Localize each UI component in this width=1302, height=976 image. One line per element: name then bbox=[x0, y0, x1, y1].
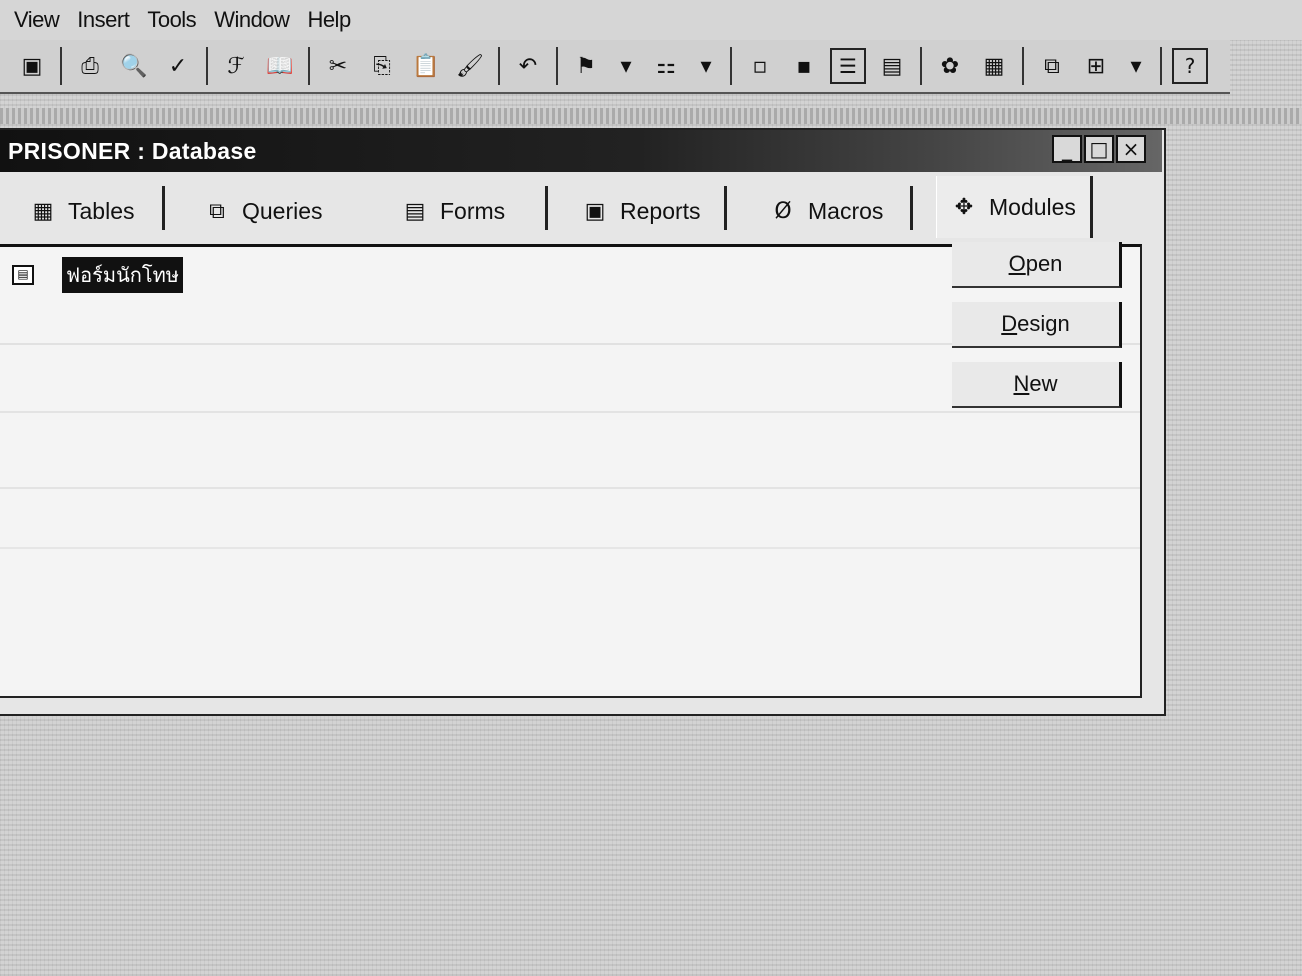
chevron-down-icon[interactable]: ▾ bbox=[692, 48, 720, 84]
toolbar-separator bbox=[556, 47, 558, 85]
cut-icon[interactable]: ✂ bbox=[320, 48, 356, 84]
undo-icon[interactable]: ↶ bbox=[510, 48, 546, 84]
title-bar[interactable]: PRISONER : Database _ □ × bbox=[0, 130, 1162, 172]
window-controls: _ □ × bbox=[1052, 135, 1146, 163]
office-links-icon[interactable]: ⚑ bbox=[568, 48, 604, 84]
tab-divider bbox=[162, 186, 165, 230]
tab-tables[interactable]: ▦ Tables bbox=[30, 182, 135, 240]
print-preview-icon[interactable]: 🔍 bbox=[116, 48, 152, 84]
new-button-accelerator: N bbox=[1013, 371, 1030, 396]
analyze-icon[interactable]: ⚏ bbox=[648, 48, 684, 84]
toolbar-separator bbox=[1022, 47, 1024, 85]
toolbar-separator bbox=[60, 47, 62, 85]
book-icon[interactable]: 📖 bbox=[262, 48, 298, 84]
form-icon: ▤ bbox=[12, 265, 34, 285]
module-icon: ✥ bbox=[954, 194, 974, 220]
maximize-icon[interactable]: □ bbox=[1084, 135, 1114, 163]
toolbar-separator bbox=[920, 47, 922, 85]
report-icon: ▣ bbox=[584, 198, 606, 224]
help-icon[interactable]: ? bbox=[1172, 48, 1208, 84]
code-icon[interactable]: ✿ bbox=[932, 48, 968, 84]
small-icons-icon[interactable]: ▪ bbox=[786, 48, 822, 84]
tab-forms[interactable]: ▤ Forms bbox=[402, 182, 506, 240]
list-item-label: ฟอร์มนักโทษ bbox=[62, 257, 183, 293]
query-icon: ⧉ bbox=[209, 198, 225, 224]
spelling-icon[interactable]: ✓ bbox=[160, 48, 196, 84]
new-button[interactable]: New bbox=[952, 362, 1122, 408]
macro-icon: Ø bbox=[774, 198, 792, 224]
details-view-icon[interactable]: ▤ bbox=[874, 48, 910, 84]
tab-label: Queries bbox=[242, 197, 323, 224]
properties-icon[interactable]: ▦ bbox=[976, 48, 1012, 84]
design-button[interactable]: Design bbox=[952, 302, 1122, 348]
tab-label: Forms bbox=[440, 197, 506, 224]
menu-insert[interactable]: Insert bbox=[77, 7, 130, 33]
menu-window[interactable]: Window bbox=[214, 7, 290, 33]
format-painter-icon[interactable]: ℱ bbox=[218, 48, 254, 84]
tab-divider bbox=[724, 186, 727, 230]
object-tabs: ▦ Tables ⧉ Queries ▤ Forms ▣ Reports Ø M… bbox=[0, 176, 1120, 244]
window-title: PRISONER : Database bbox=[8, 137, 257, 164]
open-button-accelerator: O bbox=[1008, 251, 1026, 276]
tab-queries[interactable]: ⧉ Queries bbox=[204, 182, 323, 240]
tab-divider bbox=[545, 186, 548, 230]
toolbar-separator bbox=[730, 47, 732, 85]
database-window: PRISONER : Database _ □ × ▦ Tables ⧉ Que… bbox=[0, 128, 1166, 716]
minimize-icon[interactable]: _ bbox=[1052, 135, 1082, 163]
menu-bar: View Insert Tools Window Help bbox=[0, 0, 1302, 40]
close-icon[interactable]: × bbox=[1116, 135, 1146, 163]
form-icon: ▤ bbox=[404, 198, 426, 224]
new-button-label: ew bbox=[1029, 371, 1058, 396]
menu-tools[interactable]: Tools bbox=[147, 7, 196, 33]
toolbar: ▣ ⎙ 🔍 ✓ ℱ 📖 ✂ ⎘ 📋 🖌 ↶ ⚑ ▾ ⚏ ▾ ▫ ▪ ☰ ▤ ✿ … bbox=[0, 40, 1230, 94]
tab-macros[interactable]: Ø Macros bbox=[770, 182, 883, 240]
chevron-down-icon[interactable]: ▾ bbox=[1122, 48, 1150, 84]
menu-view[interactable]: View bbox=[14, 7, 60, 33]
table-icon: ▦ bbox=[32, 198, 54, 224]
toolbar-separator bbox=[498, 47, 500, 85]
tab-modules[interactable]: ✥ Modules bbox=[936, 176, 1093, 238]
open-button[interactable]: Open bbox=[952, 242, 1122, 288]
print-icon[interactable]: ⎙ bbox=[72, 48, 108, 84]
design-button-label: esign bbox=[1017, 311, 1070, 336]
tab-reports[interactable]: ▣ Reports bbox=[582, 182, 701, 240]
toolbar-separator bbox=[1160, 47, 1162, 85]
copy-icon[interactable]: ⎘ bbox=[364, 48, 400, 84]
screen: View Insert Tools Window Help ▣ ⎙ 🔍 ✓ ℱ … bbox=[0, 0, 1302, 976]
list-item[interactable]: ▤ ฟอร์มนักโทษ bbox=[12, 257, 183, 293]
save-icon[interactable]: ▣ bbox=[14, 48, 50, 84]
tab-label: Reports bbox=[620, 197, 701, 224]
brush-icon[interactable]: 🖌 bbox=[452, 48, 488, 84]
tab-label: Modules bbox=[989, 193, 1076, 220]
large-icons-icon[interactable]: ▫ bbox=[742, 48, 778, 84]
open-button-label: pen bbox=[1025, 251, 1063, 276]
design-button-accelerator: D bbox=[1001, 311, 1018, 336]
relationships-icon[interactable]: ⧉ bbox=[1034, 48, 1070, 84]
toolbar-separator bbox=[308, 47, 310, 85]
tab-label: Macros bbox=[808, 197, 884, 224]
new-object-icon[interactable]: ⊞ bbox=[1078, 48, 1114, 84]
list-view-icon[interactable]: ☰ bbox=[830, 48, 866, 84]
paste-icon[interactable]: 📋 bbox=[408, 48, 444, 84]
chevron-down-icon[interactable]: ▾ bbox=[612, 48, 640, 84]
menu-help[interactable]: Help bbox=[307, 7, 351, 33]
tab-divider bbox=[910, 186, 913, 230]
toolbar-separator bbox=[206, 47, 208, 85]
tab-label: Tables bbox=[68, 197, 135, 224]
desktop-stripe bbox=[0, 108, 1302, 124]
